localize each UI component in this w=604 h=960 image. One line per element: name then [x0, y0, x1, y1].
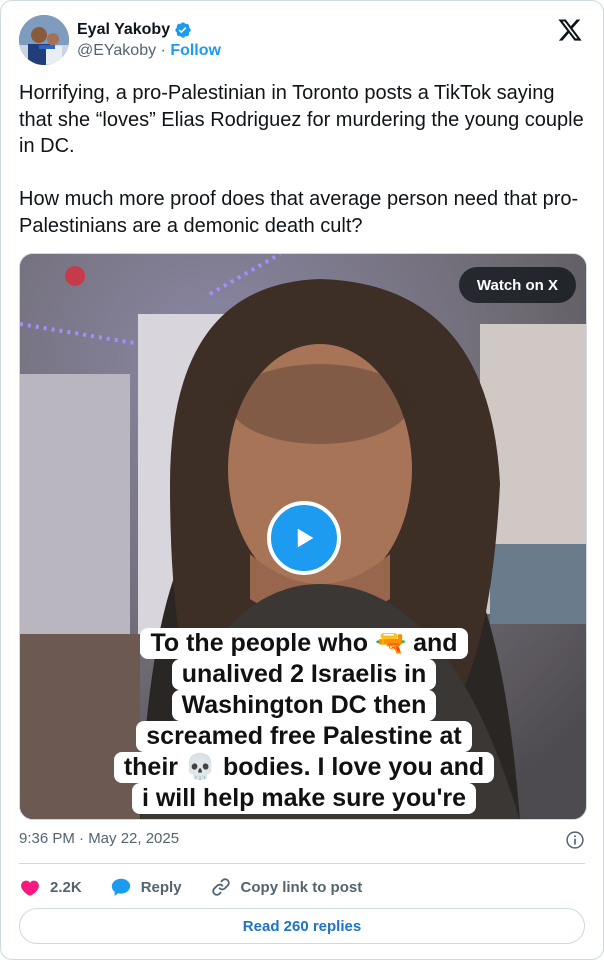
- video-media[interactable]: Watch on X To the people who 🔫 and unali…: [19, 253, 587, 820]
- like-button[interactable]: 2.2K: [19, 876, 82, 898]
- read-replies-button[interactable]: Read 260 replies: [19, 908, 585, 944]
- watch-on-x-button[interactable]: Watch on X: [458, 267, 576, 303]
- copy-link-button[interactable]: Copy link to post: [210, 876, 363, 898]
- author-name-row: Eyal Yakoby: [77, 21, 192, 39]
- tweet-timestamp[interactable]: 9:36 PM · May 22, 2025: [19, 830, 179, 847]
- video-caption: To the people who 🔫 and unalived 2 Israe…: [20, 628, 586, 814]
- heart-icon: [21, 880, 39, 896]
- x-logo-icon[interactable]: [557, 17, 583, 43]
- link-icon: [211, 878, 230, 896]
- follow-link[interactable]: Follow: [170, 42, 221, 59]
- caption-line: Washington DC then: [171, 690, 437, 721]
- handle-separator: ·: [156, 42, 171, 59]
- author-name[interactable]: Eyal Yakoby: [77, 21, 170, 39]
- copy-link-label: Copy link to post: [240, 878, 363, 896]
- like-count: 2.2K: [50, 878, 82, 896]
- author-handle[interactable]: @EYakoby: [77, 42, 156, 59]
- tweet-text: Horrifying, a pro-Palestinian in Toronto…: [19, 82, 584, 237]
- caption-line: i will help make sure you're: [131, 783, 477, 814]
- tweet-embed-card: Eyal Yakoby @EYakoby · Follow Horrifying…: [0, 0, 604, 960]
- author-handle-row: @EYakoby · Follow: [77, 42, 221, 60]
- reply-label: Reply: [140, 878, 182, 896]
- caption-line: screamed free Palestine at: [136, 721, 472, 752]
- play-icon: [297, 528, 314, 548]
- tweet-header: Eyal Yakoby @EYakoby · Follow: [19, 15, 585, 67]
- caption-line: unalived 2 Israelis in: [171, 659, 437, 690]
- play-button[interactable]: [267, 501, 341, 575]
- tweet-actions: 2.2K Reply Copy link to post: [19, 875, 390, 899]
- divider: [19, 863, 585, 864]
- caption-line: To the people who 🔫 and: [140, 628, 468, 659]
- caption-line: their 💀 bodies. I love you and: [113, 752, 495, 783]
- reply-bubble-icon: [111, 878, 130, 896]
- author-avatar[interactable]: [19, 15, 69, 65]
- reply-button[interactable]: Reply: [110, 876, 182, 898]
- verified-badge-icon: [175, 22, 191, 38]
- info-icon[interactable]: [565, 830, 585, 850]
